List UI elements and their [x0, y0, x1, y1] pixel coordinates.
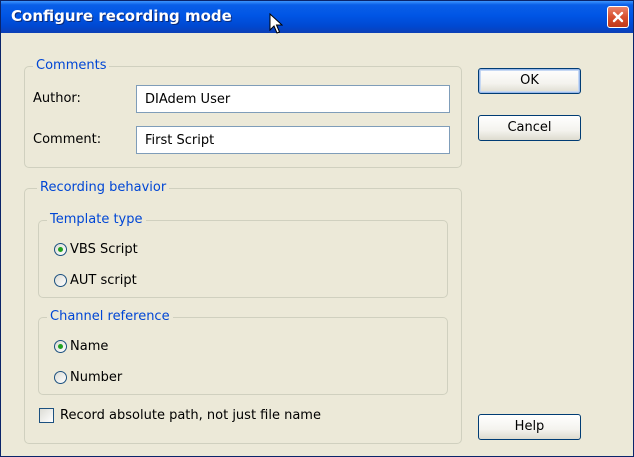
author-field[interactable]: DIAdem User	[136, 85, 450, 113]
absolute-path-label: Record absolute path, not just file name	[60, 408, 321, 423]
channel-reference-legend: Channel reference	[47, 309, 173, 324]
radio-label: AUT script	[70, 273, 137, 288]
radio-button-selected	[54, 243, 67, 256]
comments-legend: Comments	[33, 58, 110, 73]
radio-button-selected	[54, 340, 67, 353]
radio-aut-script[interactable]: AUT script	[54, 273, 137, 288]
radio-button	[54, 371, 67, 384]
window-title: Configure recording mode	[11, 7, 232, 25]
comment-label: Comment:	[33, 132, 102, 147]
radio-label: Name	[70, 339, 109, 354]
recording-behavior-legend: Recording behavior	[37, 180, 170, 195]
template-type-legend: Template type	[47, 212, 146, 227]
radio-name[interactable]: Name	[54, 339, 108, 354]
radio-number[interactable]: Number	[54, 370, 122, 385]
cancel-button[interactable]: Cancel	[478, 115, 581, 141]
author-label: Author:	[33, 91, 81, 106]
absolute-path-checkbox[interactable]	[39, 408, 54, 423]
radio-label: VBS Script	[70, 242, 138, 257]
mouse-pointer-icon	[269, 12, 284, 39]
title-bar[interactable]: Configure recording mode	[1, 1, 633, 34]
absolute-path-checkbox-row[interactable]: Record absolute path, not just file name	[39, 408, 321, 423]
close-icon	[612, 11, 624, 23]
help-button[interactable]: Help	[478, 414, 581, 440]
close-button[interactable]	[607, 6, 629, 28]
ok-button[interactable]: OK	[478, 68, 581, 94]
dialog-window: Configure recording mode Comments Author…	[0, 0, 634, 457]
comment-field[interactable]: First Script	[136, 126, 450, 154]
radio-button	[54, 274, 67, 287]
radio-label: Number	[70, 370, 123, 385]
radio-vbs-script[interactable]: VBS Script	[54, 242, 138, 257]
